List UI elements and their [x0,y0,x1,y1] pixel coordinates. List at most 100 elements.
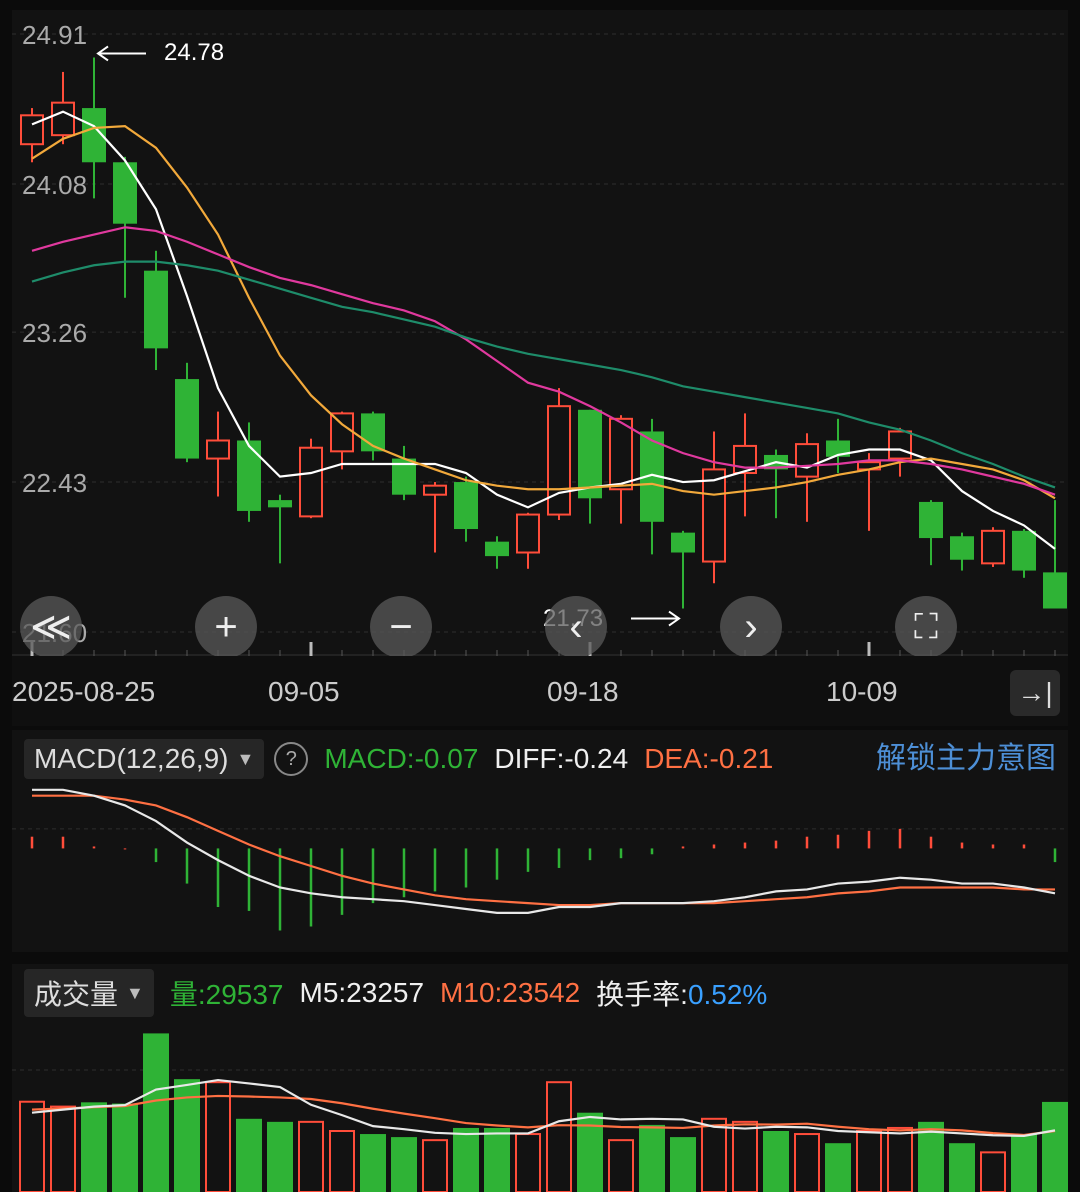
price-chart-panel[interactable]: 24.9124.0823.2622.4321.60 24.7821.73 ≪ +… [12,10,1068,658]
zoom-out-button[interactable]: − [370,596,432,658]
volume-indicator-selector[interactable]: 成交量 ▼ [24,969,154,1017]
price-y-tick-label: 22.43 [22,468,88,499]
macd-header: MACD(12,26,9) ▼ ? MACD:-0.07 DIFF:-0.24 … [24,738,773,780]
minus-icon: − [389,605,413,649]
candle-body-up [516,513,540,554]
volume-bar-down [484,1127,510,1192]
volume-bar-up [856,1130,882,1192]
volume-header: 成交量 ▼ 量:29537 M5:23257 M10:23542 换手率:0.5… [24,969,767,1017]
volume-bar-up [298,1120,324,1192]
price-y-tick-label: 24.91 [22,20,88,50]
jump-end-icon: →| [1017,677,1053,708]
candle-body-down [268,500,292,508]
volume-bar-up [732,1120,758,1192]
volume-bar-up [608,1139,634,1192]
volume-bar-up [205,1081,231,1192]
volume-bar-down [81,1102,107,1192]
volume-bar-down [1011,1134,1037,1192]
unlock-main-force-link[interactable]: 解锁主力意图 [876,738,1056,780]
volume-bar-down [236,1118,262,1192]
candle-body-down [454,482,478,530]
volume-bar-down [267,1121,293,1192]
volume-bar-down [360,1134,386,1192]
candlestick-chart [12,33,1068,656]
fullscreen-button[interactable]: ⛶ [895,596,957,658]
turnover-value: 换手率:0.52% [596,973,767,1013]
caret-down-icon: ▼ [126,982,144,1003]
date-tick-label: 10-09 [826,676,898,707]
m5-value: M5:23257 [299,977,425,1008]
candle-body-down [113,162,137,224]
candle-body-down [671,532,695,553]
volume-bar-up [887,1126,913,1192]
rewind-button[interactable]: ≪ [20,596,82,658]
date-tick-label: 2025-08-25 [12,676,156,707]
scroll-right-button[interactable]: › [720,596,782,658]
candle-body-down [950,536,974,560]
candle-body-down [1043,572,1067,609]
candle-body-down [485,541,509,557]
volume-bar-up [515,1133,541,1192]
chevron-left-icon: ‹ [569,605,583,649]
volume-bar-up [422,1139,448,1192]
volume-bar-down [1042,1101,1068,1192]
candle-body-up [423,484,447,496]
moving-average-line-ma5 [31,110,1056,550]
volume-panel[interactable]: 成交量 ▼ 量:29537 M5:23257 M10:23542 换手率:0.5… [12,964,1068,1192]
volume-bar-down [453,1127,479,1192]
volume-bar-down [391,1137,417,1192]
turnover-number: 0.52% [687,979,768,1010]
candle-body-up [795,443,819,478]
candle-body-up [20,114,44,146]
volume-bar-down [763,1131,789,1192]
m10-value: M10:23542 [440,977,581,1008]
volume-value-label: 量: [169,979,206,1010]
macd-value: MACD:-0.07 [324,743,479,774]
candle-body-up [299,446,323,518]
candle-body-up [330,412,354,453]
help-icon[interactable]: ? [274,742,309,776]
volume-bar-down [670,1137,696,1192]
volume-bar-up [50,1105,76,1192]
volume-value-number: 29537 [205,979,284,1010]
volume-bar-up [329,1130,355,1192]
chevron-right-icon: › [744,605,758,649]
price-y-tick-label: 24.08 [22,169,88,200]
fullscreen-icon: ⛶ [914,608,938,646]
diff-value: DIFF:-0.24 [494,743,629,774]
candle-body-down [237,440,261,511]
volume-bar-up [19,1100,45,1192]
macd-panel[interactable]: MACD(12,26,9) ▼ ? MACD:-0.07 DIFF:-0.24 … [12,730,1068,952]
candle-body-down [1012,530,1036,571]
volume-bar-down [112,1103,138,1192]
jump-to-latest-button[interactable]: →| [1010,670,1060,716]
candle-body-up [981,529,1005,565]
volume-value: 量:29537 [170,973,284,1013]
volume-bar-up [794,1133,820,1192]
double-chevron-left-icon: ≪ [30,605,72,649]
diff-line [32,788,1056,914]
price-y-tick-label: 23.26 [22,318,88,349]
volume-label: 成交量 [34,979,119,1010]
candle-body-up [888,430,912,460]
scroll-left-button[interactable]: ‹ [545,596,607,658]
candle-body-up [702,468,726,563]
candle-body-down [919,501,943,539]
volume-bar-down [639,1124,665,1192]
macd-params-label: MACD(12,26,9) [34,743,229,774]
date-axis: 2025-08-25 09-05 09-18 10-09 →| [12,656,1068,726]
plus-icon: + [214,605,238,649]
zoom-in-button[interactable]: + [195,596,257,658]
dea-line [32,794,1055,907]
volume-bar-up [546,1081,572,1192]
volume-bar-down [949,1143,975,1192]
candle-body-down [144,270,168,349]
date-tick-label: 09-18 [547,676,619,707]
volume-bar-down [825,1143,851,1192]
turnover-label: 换手率: [596,979,688,1010]
candle-body-up [51,101,75,137]
macd-indicator-selector[interactable]: MACD(12,26,9) ▼ [24,739,265,779]
candle-body-up [206,439,230,460]
candle-body-up [609,417,633,491]
dea-value: DEA:-0.21 [644,743,774,774]
